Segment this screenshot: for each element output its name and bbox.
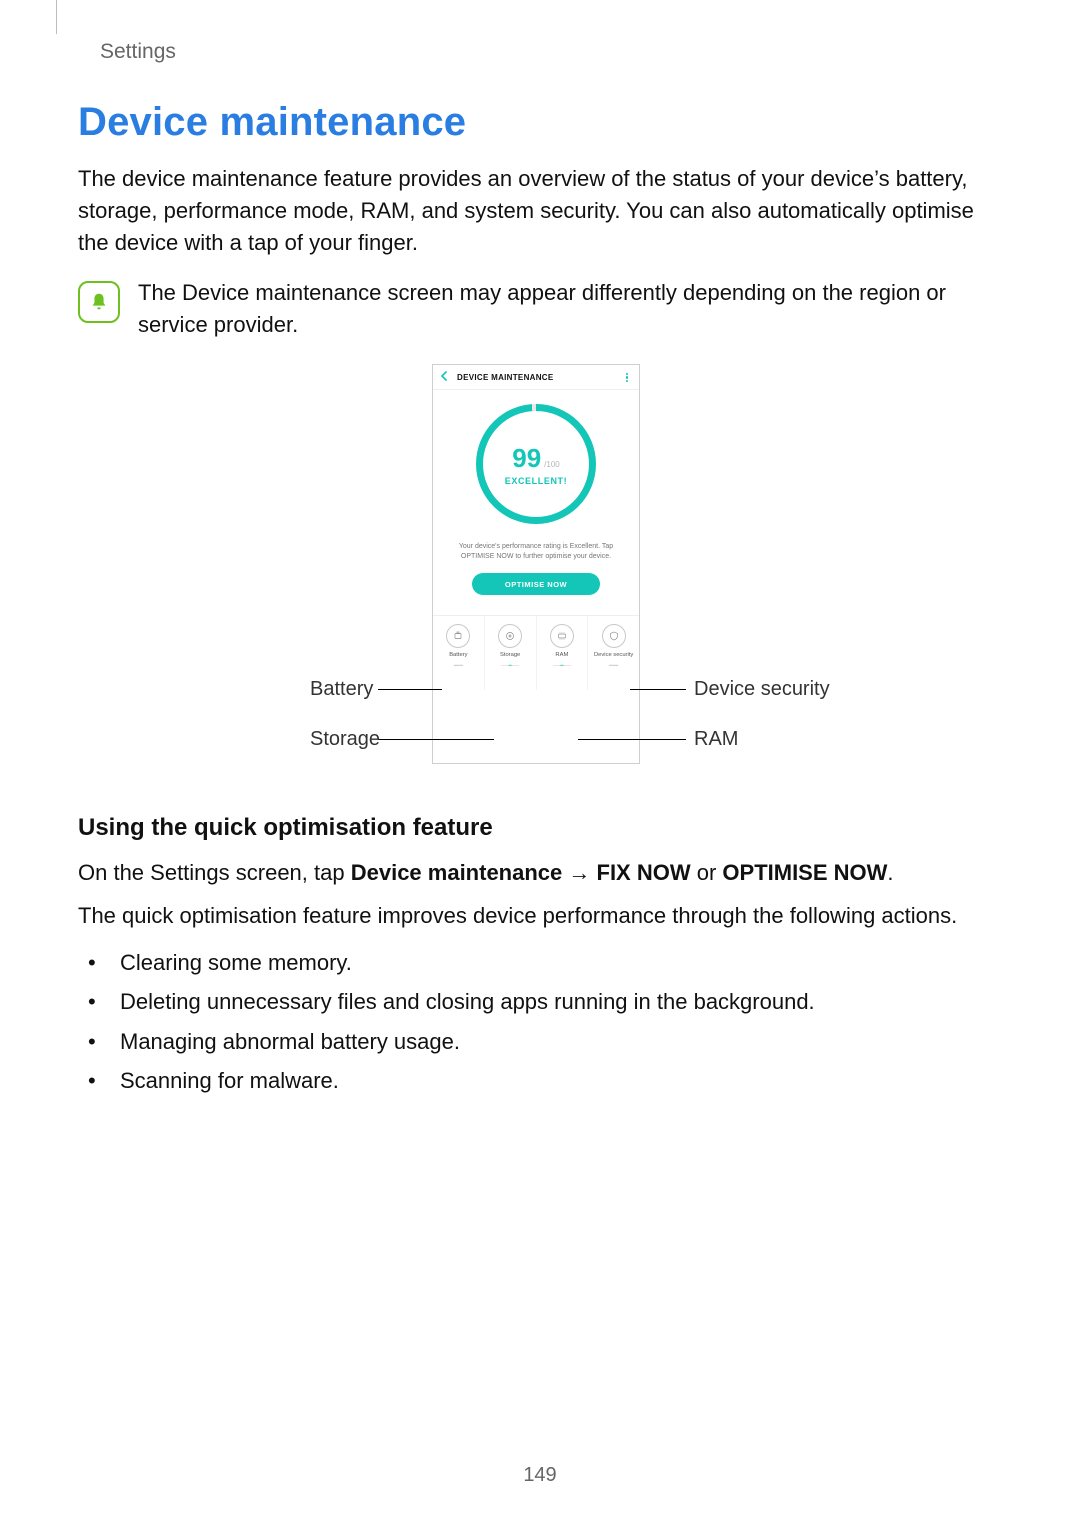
callout-ram: RAM: [694, 728, 738, 751]
optimise-now-button[interactable]: OPTIMISE NOW: [472, 573, 600, 595]
tile-security[interactable]: Device security ━━━: [587, 616, 639, 690]
note-bell-icon: [78, 281, 120, 323]
phone-header: DEVICE MAINTENANCE: [433, 365, 639, 390]
tile-security-sub: ━━━: [609, 663, 618, 669]
sub-p1: On the Settings screen, tap Device maint…: [78, 856, 1002, 890]
storage-icon: [498, 624, 522, 648]
score-rating: EXCELLENT!: [505, 476, 568, 486]
figure: DEVICE MAINTENANCE 99 /100 EXCELLENT!: [78, 364, 1002, 784]
header-rule: [56, 0, 57, 34]
phone-desc: Your device's performance rating is Exce…: [433, 542, 639, 561]
list-item: Managing abnormal battery usage.: [114, 1022, 1002, 1062]
back-icon[interactable]: [439, 368, 453, 386]
sub-p1or: or: [691, 860, 723, 885]
note-row: The Device maintenance screen may appear…: [78, 277, 1002, 341]
tile-ram-sub: ──━──: [553, 663, 571, 669]
callout-storage: Storage: [310, 728, 380, 751]
callout-line-ram: [578, 739, 686, 740]
tile-storage[interactable]: Storage ──━──: [484, 616, 536, 690]
note-text: The Device maintenance screen may appear…: [138, 277, 1002, 341]
tile-ram[interactable]: RAM ──━──: [536, 616, 588, 690]
tile-ram-label: RAM: [555, 652, 568, 658]
sub-heading: Using the quick optimisation feature: [78, 814, 1002, 842]
sub-p1c: FIX NOW: [597, 860, 691, 885]
tile-security-label: Device security: [594, 652, 633, 658]
section-label: Settings: [100, 40, 176, 64]
overflow-menu-icon[interactable]: [621, 371, 633, 383]
list-item: Clearing some memory.: [114, 943, 1002, 983]
tile-storage-label: Storage: [500, 652, 520, 658]
page-title: Device maintenance: [78, 100, 1002, 145]
phone-screenshot: DEVICE MAINTENANCE 99 /100 EXCELLENT!: [432, 364, 640, 764]
page-number: 149: [0, 1464, 1080, 1487]
bullet-list: Clearing some memory. Deleting unnecessa…: [78, 943, 1002, 1101]
battery-icon: [446, 624, 470, 648]
shield-icon: [602, 624, 626, 648]
score-outof: /100: [544, 460, 560, 469]
intro-paragraph: The device maintenance feature provides …: [78, 163, 1002, 259]
sub-p1b: Device maintenance: [351, 860, 563, 885]
callout-line-battery: [378, 689, 442, 690]
phone-tiles: Battery ━━━ Storage ──━──: [433, 615, 639, 690]
callout-line-storage: [378, 739, 494, 740]
tile-storage-sub: ──━──: [501, 663, 519, 669]
content: Device maintenance The device maintenanc…: [78, 100, 1002, 1101]
sub-p2: The quick optimisation feature improves …: [78, 899, 1002, 933]
sub-p1a: On the Settings screen, tap: [78, 860, 351, 885]
list-item: Scanning for malware.: [114, 1061, 1002, 1101]
ram-icon: [550, 624, 574, 648]
sub-p1d: OPTIMISE NOW: [722, 860, 887, 885]
sub-p1e: .: [887, 860, 893, 885]
callout-battery: Battery: [310, 678, 373, 701]
sub-p1arrow: →: [562, 860, 596, 885]
score-value: 99: [512, 443, 541, 474]
tile-battery[interactable]: Battery ━━━: [433, 616, 484, 690]
list-item: Deleting unnecessary files and closing a…: [114, 982, 1002, 1022]
tile-battery-label: Battery: [449, 652, 467, 658]
gauge-area: 99 /100 EXCELLENT! Your device's perform…: [433, 390, 639, 603]
tile-battery-sub: ━━━: [454, 663, 463, 669]
phone-title: DEVICE MAINTENANCE: [457, 373, 554, 382]
score-gauge: 99 /100 EXCELLENT!: [476, 404, 596, 524]
callout-security: Device security: [694, 678, 830, 701]
callout-line-security: [630, 689, 686, 690]
